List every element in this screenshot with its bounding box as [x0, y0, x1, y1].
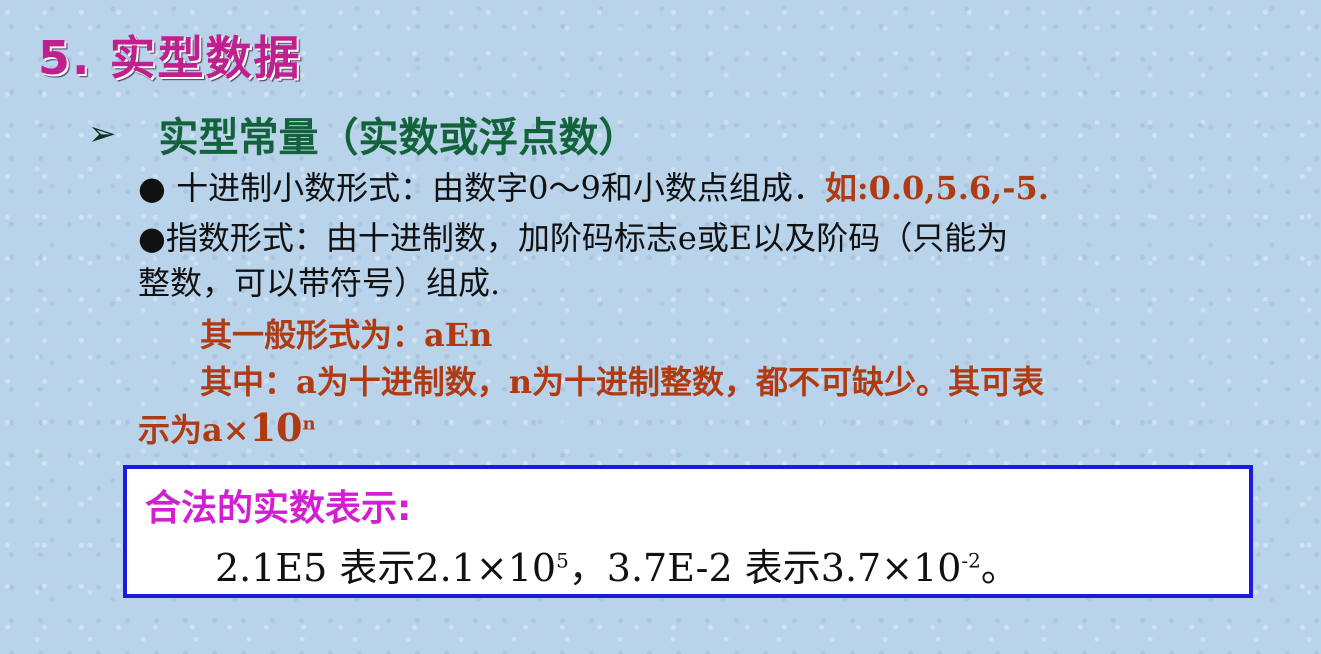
section-heading-text: 实型常量（实数或浮点数）: [158, 115, 639, 161]
general-form: 其一般形式为：aEn: [200, 316, 493, 354]
example-2: ，3.7E-2 表示3.7×10: [568, 546, 962, 590]
decimal-form-line: ● 十进制小数形式：由数字0～9和小数点组成．如:0.0,5.6,-5.: [138, 163, 1049, 209]
examples-box-title: 合法的实数表示:: [145, 488, 412, 529]
exponent-form-line-2: 整数，可以带符号）组成.: [138, 264, 501, 302]
section-heading: ➢ 实型常量（实数或浮点数）: [88, 105, 639, 163]
explanation-line: 其中：a为十进制数，n为十进制整数，都不可缺少。其可表: [200, 363, 1045, 401]
representation-prefix: 示为a×: [138, 411, 250, 449]
example-1-exponent: 5: [556, 548, 569, 573]
examples-box: 合法的实数表示: 2.1E5 表示2.1×105，3.7E-2 表示3.7×10…: [123, 465, 1253, 598]
representation-line: 示为a×10n: [138, 405, 316, 451]
example-end: 。: [980, 546, 1019, 590]
examples-box-text: 2.1E5 表示2.1×105，3.7E-2 表示3.7×10-2。: [215, 537, 1019, 592]
arrow-bullet-icon: ➢: [88, 114, 117, 154]
exponent-form-line-1: ●指数形式：由十进制数，加阶码标志e或E以及阶码（只能为: [138, 219, 1009, 257]
slide-title: 5. 实型数据: [38, 31, 302, 85]
example-1: 2.1E5 表示2.1×10: [215, 546, 557, 590]
representation-base: 10: [249, 405, 303, 450]
decimal-form-example: 如:0.0,5.6,-5.: [824, 169, 1049, 207]
decimal-form-text: ● 十进制小数形式：由数字0～9和小数点组成．: [138, 169, 825, 207]
example-2-exponent: -2: [961, 548, 981, 573]
representation-exponent: n: [302, 413, 316, 435]
